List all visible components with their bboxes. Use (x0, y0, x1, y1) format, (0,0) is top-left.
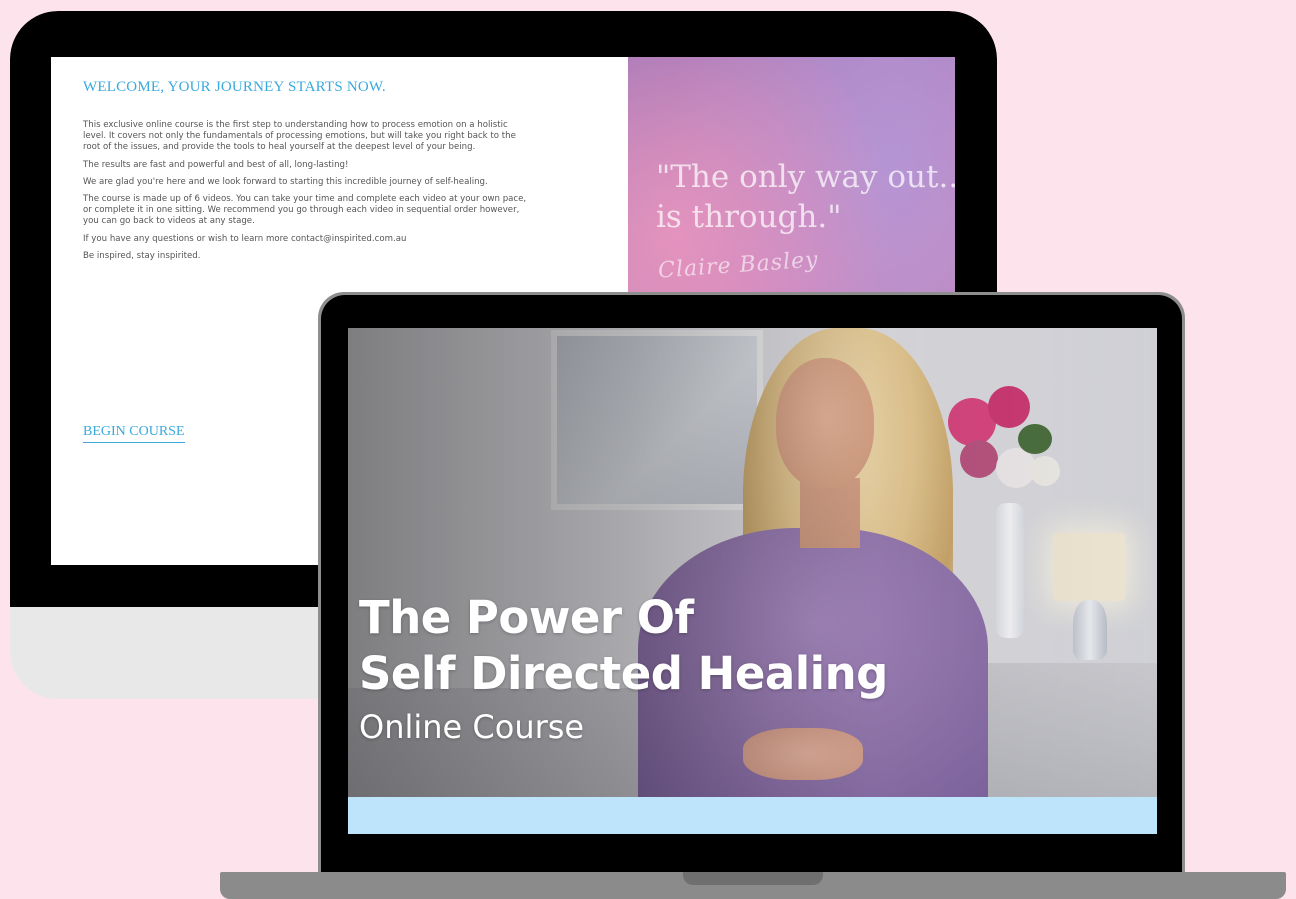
welcome-paragraph: Be inspired, stay inspirited. (83, 250, 201, 261)
laptop-notch (683, 872, 823, 885)
signature: Claire Basley (657, 247, 820, 284)
welcome-title: WELCOME, YOUR JOURNEY STARTS NOW. (83, 79, 386, 95)
course-title-line2: Self Directed Healing (359, 647, 888, 700)
quote-text: "The only way out.. is through." (656, 159, 955, 235)
video-bottom-bar (348, 797, 1157, 834)
course-title: The Power Of Self Directed Healing (359, 590, 888, 702)
welcome-paragraph: The results are fast and powerful and be… (83, 159, 349, 170)
course-subtitle: Online Course (359, 708, 585, 746)
begin-course-button[interactable]: BEGIN COURSE (83, 424, 185, 443)
course-video[interactable]: The Power Of Self Directed Healing Onlin… (348, 328, 1157, 797)
laptop-screen: The Power Of Self Directed Healing Onlin… (348, 328, 1157, 834)
laptop-lid: The Power Of Self Directed Healing Onlin… (318, 292, 1185, 874)
welcome-paragraph: If you have any questions or wish to lea… (83, 233, 407, 244)
welcome-pane: WELCOME, YOUR JOURNEY STARTS NOW. This e… (83, 79, 533, 268)
laptop-base (220, 872, 1286, 899)
welcome-paragraph: We are glad you're here and we look forw… (83, 176, 488, 187)
course-title-line1: The Power Of (359, 591, 694, 644)
welcome-paragraph: The course is made up of 6 videos. You c… (83, 194, 527, 227)
laptop-bezel: The Power Of Self Directed Healing Onlin… (321, 295, 1182, 874)
welcome-paragraph: This exclusive online course is the firs… (83, 120, 516, 153)
